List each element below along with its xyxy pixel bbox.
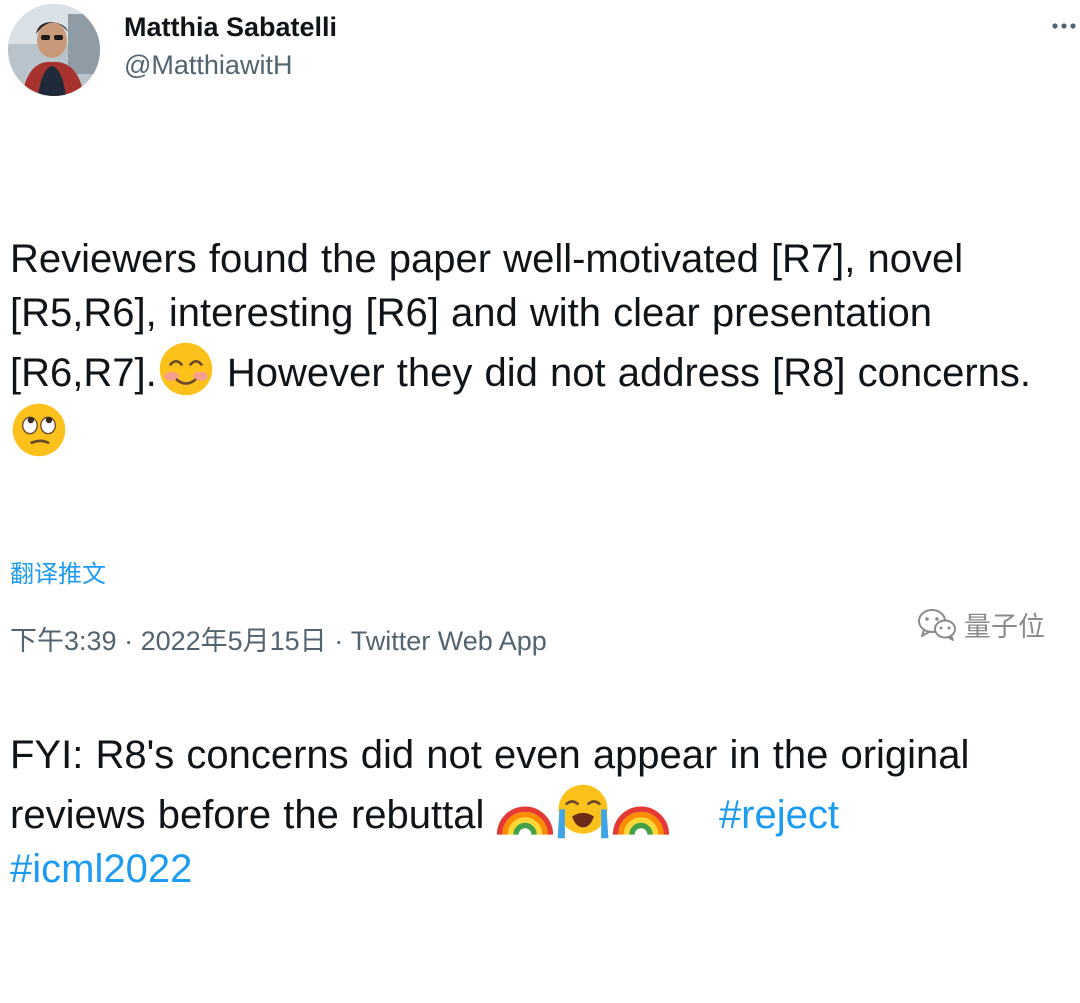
loudly-crying-face-icon [558,784,609,839]
rainbow-icon [497,806,554,835]
tweet-text-part-2: However they did not address [R8] concer… [214,351,1044,395]
avatar[interactable] [8,4,100,96]
author-name[interactable]: Matthia Sabatelli [124,10,337,44]
meta-separator: · [326,626,351,656]
tweet-date[interactable]: 2022年5月15日 [141,626,327,656]
translate-tweet-link[interactable]: 翻译推文 [10,560,106,590]
avatar-image [8,4,100,96]
tweet-paragraph-2: FYI: R8's concerns did not even appear i… [10,729,1070,897]
watermark: 量子位 [916,606,1045,642]
tweet-text: Reviewers found the paper well-motivated… [10,126,1070,1003]
smiling-face-with-smiling-eyes-icon [159,342,212,396]
more-options-button[interactable] [1050,12,1078,40]
tweet-metadata: 下午3:39 · 2022年5月15日 · Twitter Web App [10,624,547,658]
tweet-paragraph-1: Reviewers found the paper well-motivated… [10,233,1070,461]
more-dots-icon [1052,23,1076,29]
face-with-rolling-eyes-icon [12,403,66,456]
watermark-text: 量子位 [964,611,1045,642]
rainbow-icon [613,806,670,835]
tweet: Matthia Sabatelli @MatthiawitH Reviewers… [0,0,1080,891]
tweet-time[interactable]: 下午3:39 [10,626,117,656]
hashtag-reject[interactable]: #reject [719,793,839,837]
meta-separator: · [116,626,141,656]
author-handle[interactable]: @MatthiawitH [124,48,292,82]
hashtag-icml2022[interactable]: #icml2022 [10,847,192,891]
tweet-source[interactable]: Twitter Web App [351,626,547,656]
wechat-icon [918,609,956,641]
